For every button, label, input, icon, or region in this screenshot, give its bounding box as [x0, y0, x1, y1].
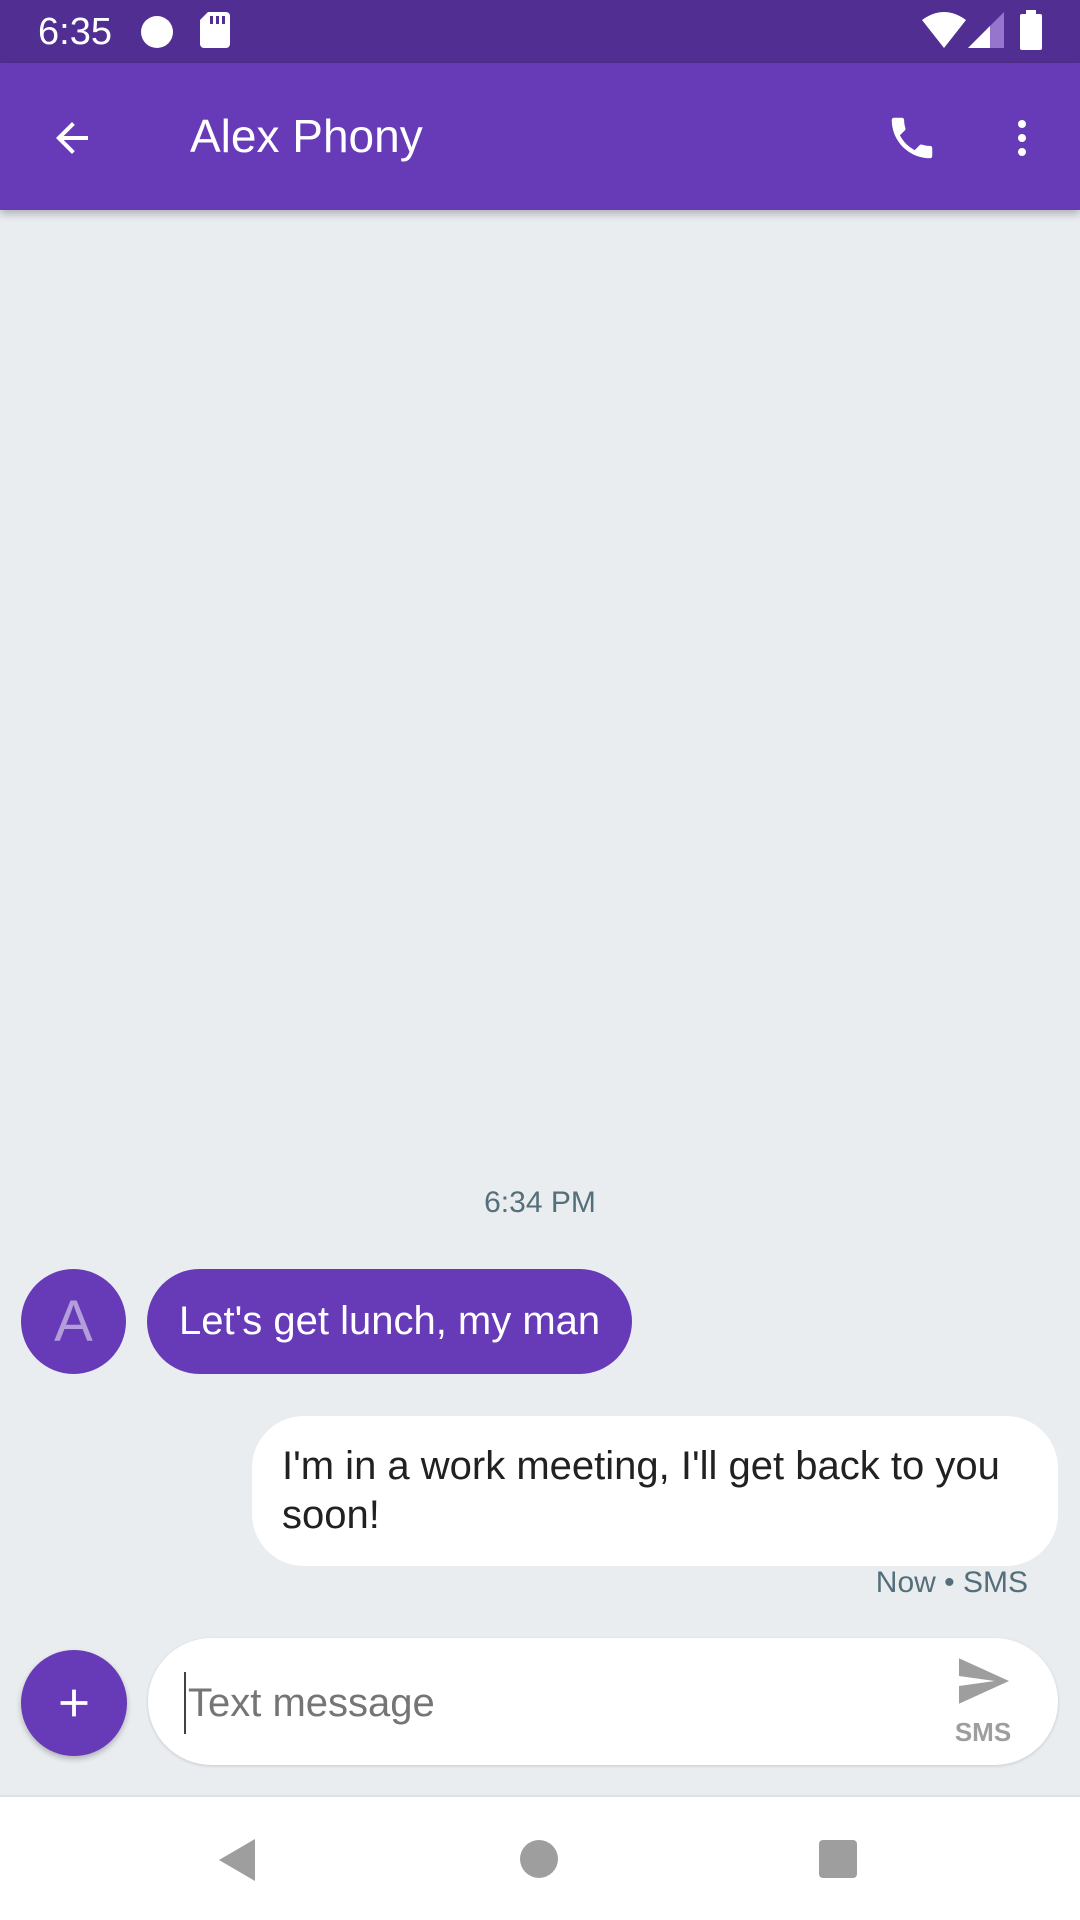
phone-icon	[891, 117, 933, 159]
incoming-message-bubble[interactable]: Let's get lunch, my man	[147, 1269, 633, 1374]
send-icon	[959, 1658, 1009, 1704]
add-icon	[60, 1689, 88, 1717]
add-attachment-button[interactable]	[21, 1650, 127, 1756]
nav-recents-icon[interactable]	[819, 1840, 857, 1878]
status-time: 6:35	[38, 11, 112, 53]
status-bar: 6:35	[0, 0, 1080, 63]
avatar[interactable]: A	[21, 1269, 126, 1374]
send-sms-button[interactable]: SMS	[946, 1656, 1020, 1748]
messaging-screen: 6:35 Alex Phony 6:34 PM A Let's get lunc…	[0, 0, 1080, 1920]
more-options-button[interactable]	[980, 96, 1064, 180]
app-bar: Alex Phony	[0, 63, 1080, 210]
back-arrow-icon	[56, 122, 88, 154]
battery-icon	[1020, 10, 1042, 55]
circle-notification-icon	[141, 16, 173, 48]
sd-card-icon	[200, 12, 230, 53]
nav-back-icon[interactable]	[215, 1837, 259, 1888]
message-status: Now • SMS	[875, 1566, 1028, 1599]
more-vert-icon	[1018, 120, 1026, 156]
system-nav-bar	[0, 1795, 1080, 1920]
conversation-timestamp: 6:34 PM	[484, 1186, 596, 1219]
incoming-message-text: Let's get lunch, my man	[179, 1299, 601, 1343]
avatar-initial: A	[54, 1289, 93, 1354]
nav-home-icon[interactable]	[520, 1840, 558, 1878]
outgoing-message-text: I'm in a work meeting, I'll get back to …	[282, 1444, 1000, 1537]
contact-name-title: Alex Phony	[190, 110, 423, 162]
call-button[interactable]	[870, 96, 954, 180]
cell-signal-icon	[968, 12, 1004, 53]
message-input[interactable]	[184, 1672, 910, 1734]
compose-field: SMS	[148, 1638, 1058, 1765]
outgoing-message-bubble[interactable]: I'm in a work meeting, I'll get back to …	[252, 1416, 1058, 1566]
send-label: SMS	[954, 1717, 1012, 1747]
back-button[interactable]	[30, 96, 114, 180]
wifi-icon	[922, 12, 966, 53]
